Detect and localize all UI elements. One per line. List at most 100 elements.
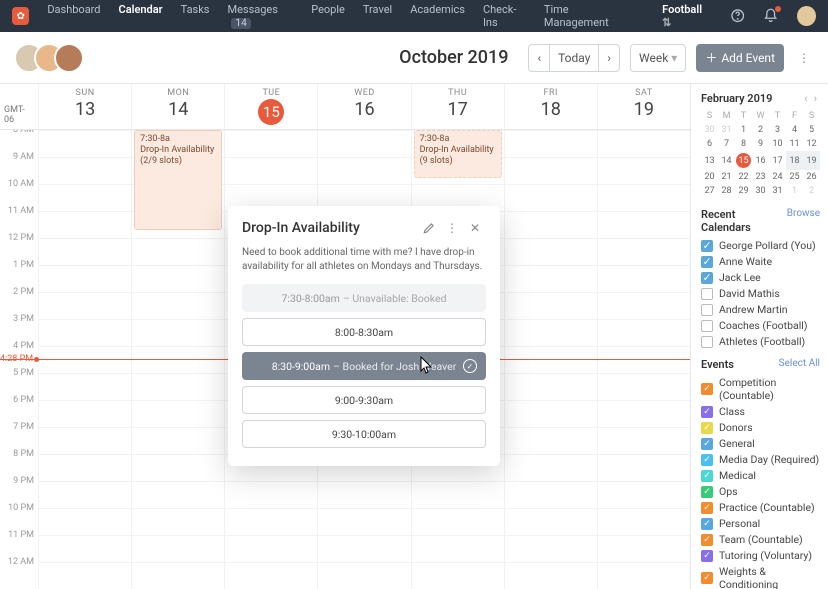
event-category-toggle[interactable]: ✓Personal: [701, 517, 820, 530]
calendar-people[interactable]: [14, 43, 84, 73]
calendar-toggle[interactable]: Athletes (Football): [701, 335, 820, 348]
category-swatch[interactable]: ✓: [701, 502, 713, 514]
category-swatch[interactable]: ✓: [701, 572, 713, 584]
calendar-toggle[interactable]: Coaches (Football): [701, 319, 820, 332]
category-swatch[interactable]: ✓: [701, 518, 713, 530]
checkbox[interactable]: [701, 304, 713, 316]
day-header[interactable]: FRI18: [504, 84, 597, 129]
minical-day[interactable]: 26: [803, 170, 820, 184]
close-icon[interactable]: ✕: [470, 221, 486, 235]
edit-icon[interactable]: [422, 221, 438, 235]
minical-day[interactable]: 16: [752, 151, 769, 170]
minical-next[interactable]: ›: [811, 92, 820, 105]
nav-travel[interactable]: Travel: [363, 3, 392, 29]
minical-day[interactable]: 2: [752, 123, 769, 137]
checkbox[interactable]: [701, 288, 713, 300]
minical-day[interactable]: 7: [718, 137, 735, 151]
minical-day[interactable]: 14: [718, 151, 735, 170]
minical-day[interactable]: 11: [786, 137, 803, 151]
time-slot[interactable]: 8:00-8:30am: [242, 318, 486, 346]
view-select[interactable]: Week ▾: [630, 44, 686, 72]
nav-tasks[interactable]: Tasks: [181, 3, 210, 29]
minical-day[interactable]: 19: [803, 151, 820, 170]
browse-link[interactable]: Browse: [787, 208, 820, 234]
minical-day[interactable]: 20: [701, 170, 718, 184]
day-header[interactable]: SAT19: [597, 84, 690, 129]
more-icon[interactable]: ⋮: [794, 51, 814, 65]
time-slot[interactable]: 9:30-10:00am: [242, 420, 486, 448]
time-slot[interactable]: 8:30-9:00am – Booked for Josh Weaver✓: [242, 352, 486, 380]
category-swatch[interactable]: ✓: [701, 486, 713, 498]
avatar[interactable]: [54, 43, 84, 73]
next-button[interactable]: ›: [598, 44, 620, 72]
calendar-toggle[interactable]: ✓Anne Waite: [701, 255, 820, 268]
event-category-toggle[interactable]: ✓Ops: [701, 485, 820, 498]
minical-day[interactable]: 23: [752, 170, 769, 184]
category-swatch[interactable]: ✓: [701, 406, 713, 418]
nav-messages[interactable]: Messages14: [227, 3, 293, 29]
minical-day[interactable]: 31: [718, 123, 735, 137]
today-button[interactable]: Today: [549, 44, 599, 72]
event-category-toggle[interactable]: ✓Tutoring (Voluntary): [701, 549, 820, 562]
calendar-toggle[interactable]: ✓George Pollard (You): [701, 239, 820, 252]
event-category-toggle[interactable]: ✓Competition (Countable): [701, 376, 820, 402]
event-category-toggle[interactable]: ✓Team (Countable): [701, 533, 820, 546]
minical-day[interactable]: 6: [701, 137, 718, 151]
category-swatch[interactable]: ✓: [701, 550, 713, 562]
category-swatch[interactable]: ✓: [701, 422, 713, 434]
minical-day[interactable]: 27: [701, 184, 718, 198]
minical-day[interactable]: 25: [786, 170, 803, 184]
calendar-event[interactable]: 7:30-8aDrop-In Availability(9 slots): [414, 130, 502, 178]
user-avatar[interactable]: [797, 6, 816, 26]
category-swatch[interactable]: ✓: [701, 534, 713, 546]
event-category-toggle[interactable]: ✓General: [701, 437, 820, 450]
day-header[interactable]: SUN13: [38, 84, 131, 129]
minical-day[interactable]: 31: [769, 184, 786, 198]
event-category-toggle[interactable]: ✓Class: [701, 405, 820, 418]
nav-calendar[interactable]: Calendar: [119, 3, 163, 29]
day-header[interactable]: THU17: [411, 84, 504, 129]
minical-day[interactable]: 13: [701, 151, 718, 170]
checkbox[interactable]: [701, 336, 713, 348]
minical-day[interactable]: 21: [718, 170, 735, 184]
minical-day[interactable]: 28: [718, 184, 735, 198]
select-all-link[interactable]: Select All: [779, 358, 820, 371]
checkbox[interactable]: [701, 320, 713, 332]
event-category-toggle[interactable]: ✓Medical: [701, 469, 820, 482]
calendar-event[interactable]: 7:30-8aDrop-In Availability(2/9 slots): [134, 130, 222, 230]
minical-day[interactable]: 10: [769, 137, 786, 151]
category-swatch[interactable]: ✓: [701, 438, 713, 450]
minical-day[interactable]: 15: [735, 151, 752, 170]
more-icon[interactable]: ⋮: [446, 221, 462, 235]
nav-academics[interactable]: Academics: [410, 3, 465, 29]
calendar-toggle[interactable]: Andrew Martin: [701, 303, 820, 316]
minical-day[interactable]: 29: [735, 184, 752, 198]
minical-day[interactable]: 22: [735, 170, 752, 184]
minical-day[interactable]: 1: [786, 184, 803, 198]
checkbox[interactable]: ✓: [701, 256, 713, 268]
day-header[interactable]: MON14: [131, 84, 224, 129]
day-header[interactable]: TUE15: [224, 84, 317, 129]
minical-day[interactable]: 24: [769, 170, 786, 184]
calendar-toggle[interactable]: David Mathis: [701, 287, 820, 300]
bell-icon[interactable]: [763, 8, 778, 24]
minical-day[interactable]: 30: [752, 184, 769, 198]
prev-button[interactable]: ‹: [528, 44, 550, 72]
nav-people[interactable]: People: [311, 3, 345, 29]
minical-day[interactable]: 8: [735, 137, 752, 151]
event-category-toggle[interactable]: ✓Donors: [701, 421, 820, 434]
event-category-toggle[interactable]: ✓Practice (Countable): [701, 501, 820, 514]
minical-day[interactable]: 4: [786, 123, 803, 137]
dept-switcher[interactable]: Football ⇅: [662, 3, 712, 29]
checkbox[interactable]: ✓: [701, 272, 713, 284]
minical-day[interactable]: 5: [803, 123, 820, 137]
minical-day[interactable]: 2: [803, 184, 820, 198]
mini-calendar[interactable]: SMTWTFS303112345678910111213141516171819…: [701, 109, 820, 198]
add-event-button[interactable]: ＋Add Event: [696, 44, 784, 72]
minical-prev[interactable]: ‹: [801, 92, 810, 105]
event-category-toggle[interactable]: ✓Weights & Conditioning: [701, 565, 820, 589]
nav-dashboard[interactable]: Dashboard: [47, 3, 100, 29]
time-slot[interactable]: 9:00-9:30am: [242, 386, 486, 414]
category-swatch[interactable]: ✓: [701, 470, 713, 482]
event-category-toggle[interactable]: ✓Media Day (Required): [701, 453, 820, 466]
